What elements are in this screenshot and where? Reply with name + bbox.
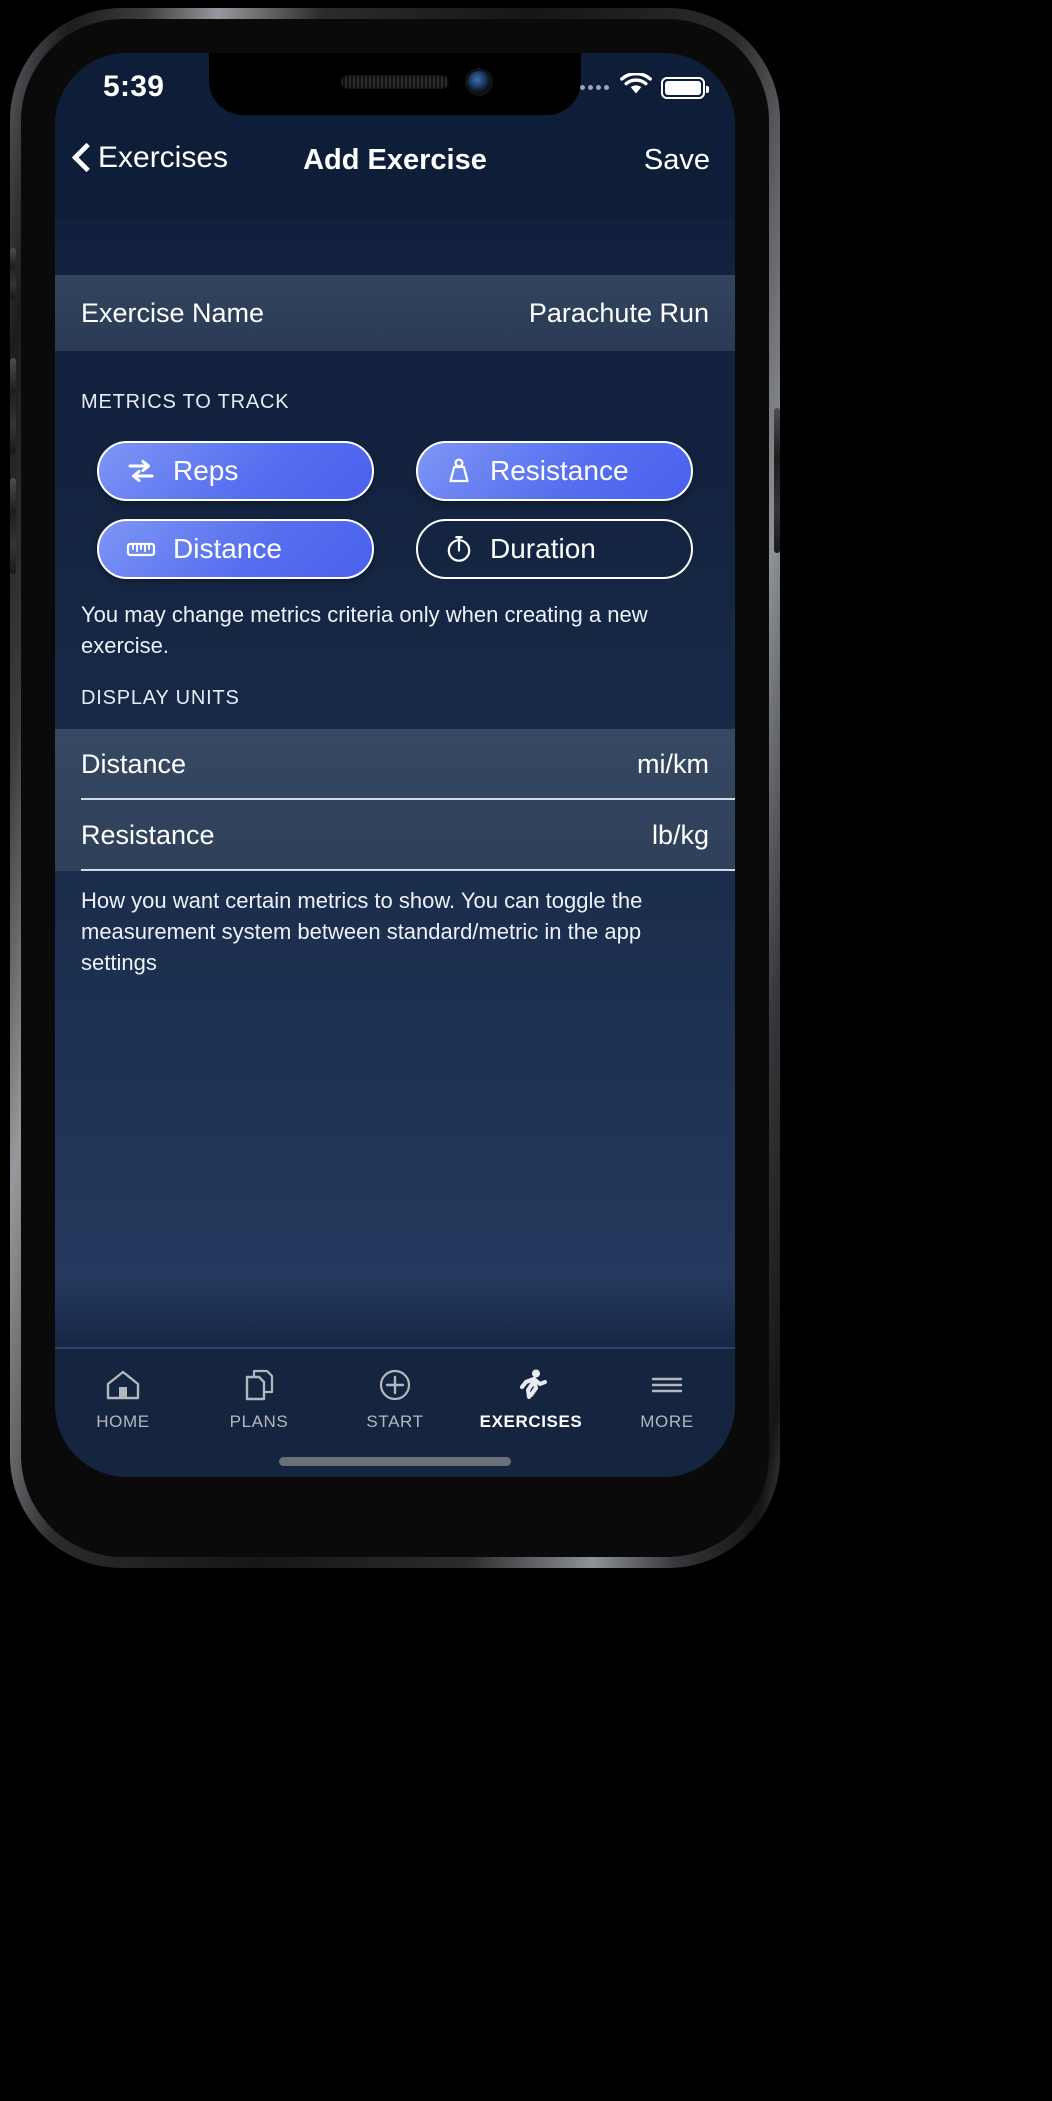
plus-circle-icon bbox=[376, 1365, 414, 1405]
stopwatch-icon bbox=[444, 534, 474, 564]
display-units-header: DISPLAY UNITS bbox=[81, 687, 240, 709]
chevron-left-icon bbox=[73, 143, 90, 173]
metric-toggle-resistance[interactable]: Resistance bbox=[416, 441, 693, 501]
device-notch bbox=[209, 53, 581, 115]
hamburger-icon bbox=[648, 1365, 686, 1405]
exercise-name-input[interactable]: Parachute Run bbox=[529, 298, 709, 329]
status-indicators bbox=[580, 72, 709, 102]
tab-more[interactable]: MORE bbox=[599, 1349, 735, 1477]
silent-switch[interactable] bbox=[10, 248, 16, 300]
page-title: Add Exercise bbox=[303, 144, 487, 176]
volume-down-button[interactable] bbox=[10, 478, 16, 574]
device-bezel: 5:39 Exercises Add Exercise Save Exercis… bbox=[21, 19, 769, 1557]
power-button[interactable] bbox=[774, 408, 780, 553]
back-button-label: Exercises bbox=[98, 141, 229, 174]
back-button[interactable]: Exercises bbox=[73, 141, 228, 175]
unit-row-label: Resistance bbox=[81, 820, 215, 850]
pages-icon bbox=[240, 1365, 278, 1405]
home-indicator[interactable] bbox=[279, 1457, 511, 1466]
metric-toggle-duration[interactable]: Duration bbox=[416, 519, 693, 579]
metrics-section-header: METRICS TO TRACK bbox=[81, 391, 290, 413]
metric-label: Duration bbox=[490, 533, 596, 564]
unit-row-value: mi/km bbox=[637, 749, 709, 779]
signal-dots-icon bbox=[580, 85, 609, 90]
unit-row-distance[interactable]: Distance mi/km bbox=[55, 729, 735, 800]
navigation-bar: Exercises Add Exercise Save bbox=[55, 127, 735, 219]
save-button[interactable]: Save bbox=[644, 144, 710, 177]
front-camera bbox=[468, 71, 490, 93]
display-units-note: How you want certain metrics to show. Yo… bbox=[81, 888, 643, 976]
repeat-arrows-icon bbox=[125, 456, 157, 486]
display-units-card: Distance mi/km Resistance lb/kg bbox=[55, 729, 735, 871]
metric-toggle-distance[interactable]: Distance bbox=[97, 519, 374, 579]
ruler-icon bbox=[125, 534, 157, 564]
metrics-note: You may change metrics criteria only whe… bbox=[81, 602, 648, 659]
metric-label: Reps bbox=[173, 455, 239, 486]
volume-up-button[interactable] bbox=[10, 358, 16, 454]
unit-row-resistance[interactable]: Resistance lb/kg bbox=[55, 800, 735, 871]
tab-label: PLANS bbox=[229, 1412, 289, 1431]
battery-full-icon bbox=[661, 76, 709, 99]
status-bar: 5:39 bbox=[55, 53, 735, 127]
tab-label: EXERCISES bbox=[479, 1412, 583, 1431]
tab-home[interactable]: HOME bbox=[55, 1349, 191, 1477]
metric-label: Resistance bbox=[490, 455, 629, 486]
metric-label: Distance bbox=[173, 533, 282, 564]
app-root: 5:39 Exercises Add Exercise Save Exercis… bbox=[55, 53, 735, 1477]
unit-row-label: Distance bbox=[81, 749, 187, 779]
tab-label: MORE bbox=[640, 1412, 694, 1431]
earpiece-speaker bbox=[341, 75, 449, 89]
metrics-button-grid: Reps Resistance Distance Duration bbox=[97, 441, 693, 579]
unit-row-value: lb/kg bbox=[651, 820, 709, 850]
weight-icon bbox=[444, 456, 474, 486]
exercise-name-label: Exercise Name bbox=[81, 297, 265, 328]
home-icon bbox=[104, 1365, 142, 1405]
tab-label: START bbox=[366, 1412, 424, 1431]
runner-icon bbox=[512, 1365, 550, 1405]
tab-label: HOME bbox=[96, 1412, 150, 1431]
wifi-icon bbox=[620, 72, 652, 102]
phone-device-frame: 5:39 Exercises Add Exercise Save Exercis… bbox=[10, 8, 780, 1568]
row-divider bbox=[81, 869, 735, 871]
phone-screen: 5:39 Exercises Add Exercise Save Exercis… bbox=[55, 53, 735, 1477]
status-clock: 5:39 bbox=[103, 70, 165, 103]
metric-toggle-reps[interactable]: Reps bbox=[97, 441, 374, 501]
exercise-name-row[interactable]: Exercise Name Parachute Run bbox=[55, 275, 735, 351]
